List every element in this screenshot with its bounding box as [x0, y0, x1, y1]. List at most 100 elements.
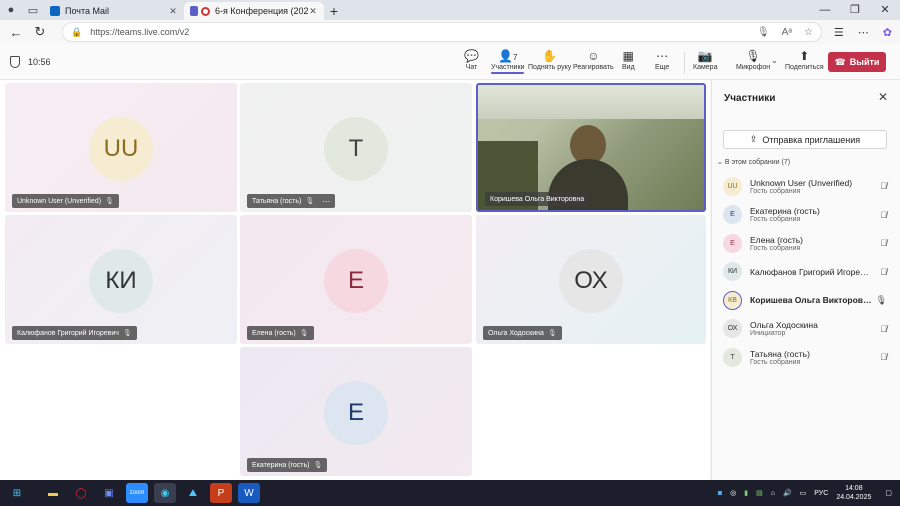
tray-app-icon[interactable]: ◎	[730, 489, 736, 497]
participants-section-toggle[interactable]: ⌄ В этом собрании (7)	[717, 158, 790, 166]
battery-icon[interactable]: ▭	[800, 489, 807, 497]
mic-options-chevron-icon[interactable]: ⌄	[771, 56, 778, 65]
participant-tile[interactable]: UU Unknown User (Unverified) 🎙	[5, 83, 237, 212]
video-grid: UU Unknown User (Unverified) 🎙 T Татьяна …	[0, 80, 710, 480]
mic-button[interactable]: 🎙 Микрофон	[736, 48, 770, 78]
browser-tab-strip: ● ▭ Почта Mail ✕ 6-я Конференция (2025) …	[0, 0, 900, 20]
view-button[interactable]: ▦ Вид	[622, 48, 635, 78]
share-icon: ⇪	[749, 134, 758, 144]
chat-button[interactable]: 💬 Чат	[464, 48, 479, 78]
mic-muted-icon[interactable]: 🎙̸	[880, 324, 887, 334]
opera-icon[interactable]: ◯	[70, 483, 92, 503]
tab-teams[interactable]: 6-я Конференция (2025) Со... ✕	[184, 2, 324, 20]
participant-nametag: Татьяна (гость) 🎙 ⋯	[247, 194, 336, 208]
read-aloud-icon[interactable]: Aᵃ	[782, 27, 792, 38]
close-icon[interactable]: ✕	[878, 90, 888, 104]
mic-permission-icon[interactable]: 🎙	[757, 27, 770, 38]
mic-muted-icon: 🎙	[105, 198, 114, 205]
list-item[interactable]: T Татьяна (гость) Гость собрания 🎙̸	[712, 343, 900, 372]
raise-hand-button[interactable]: ✋ Поднять руку	[528, 48, 571, 78]
participants-list: UU Unknown User (Unverified) Гость собран…	[712, 172, 900, 372]
list-item[interactable]: E Елена (гость) Гость собрания 🎙̸	[712, 229, 900, 258]
mic-on-icon[interactable]: 🎙	[876, 295, 887, 306]
tray-app-icon[interactable]: ◙	[718, 490, 722, 497]
network-icon[interactable]: ⌂	[771, 490, 775, 497]
more-options-icon[interactable]: ⋯	[322, 197, 330, 206]
mic-muted-icon: 🎙	[547, 330, 557, 337]
maximize-icon[interactable]: ❐	[840, 0, 870, 20]
people-button[interactable]: 👤7 Участники	[491, 48, 524, 78]
shield-icon	[10, 56, 20, 68]
chat-icon: 💬	[464, 49, 479, 63]
mic-muted-icon: 🎙	[122, 330, 132, 337]
profile-icon[interactable]: ●	[0, 0, 22, 20]
participant-tile[interactable]: T Татьяна (гость) 🎙 ⋯	[240, 83, 472, 212]
zoom-icon[interactable]: zoom	[126, 483, 148, 503]
avatar: КИ	[89, 249, 153, 313]
timer-text: 10:56	[28, 57, 51, 67]
close-window-icon[interactable]: ✕	[870, 0, 900, 20]
list-item[interactable]: UU Unknown User (Unverified) Гость собран…	[712, 172, 900, 201]
favorite-star-icon[interactable]: ☆	[804, 27, 813, 38]
participant-tile[interactable]: E Екатерина (гость) 🎙	[240, 347, 472, 476]
react-button[interactable]: ☺ Реагировать	[573, 48, 614, 78]
mic-muted-icon[interactable]: 🎙̸	[880, 181, 887, 191]
smile-icon: ☺	[587, 49, 600, 63]
mic-muted-icon[interactable]: 🎙̸	[880, 267, 887, 277]
refresh-icon[interactable]: ↻	[28, 24, 52, 40]
more-button[interactable]: ⋯ Еще	[655, 48, 669, 78]
tab-mail[interactable]: Почта Mail ✕	[44, 2, 184, 20]
list-item[interactable]: КИ Калюфанов Григорий Игоревич 🎙̸	[712, 258, 900, 287]
minimize-icon[interactable]: —	[810, 0, 840, 20]
mic-muted-icon[interactable]: 🎙̸	[880, 352, 887, 362]
tab-actions-icon[interactable]: ▭	[22, 0, 44, 20]
avatar: E	[324, 381, 388, 445]
list-item[interactable]: E Екатерина (гость) Гость собрания 🎙̸	[712, 201, 900, 230]
url-input[interactable]: 🔒 https://teams.live.com/v2 🎙 Aᵃ ☆	[62, 22, 822, 42]
clock[interactable]: 14:08 24.04.2025	[836, 484, 871, 502]
participant-tile[interactable]: E Елена (гость) 🎙	[240, 215, 472, 344]
lock-icon[interactable]: 🔒	[71, 27, 82, 38]
video-tile-active-speaker[interactable]: Коришева Ольга Викторовна	[476, 83, 706, 212]
participant-nametag: Елена (гость) 🎙	[247, 326, 314, 340]
favorites-icon[interactable]: ☰	[834, 26, 844, 39]
more-icon: ⋯	[656, 49, 669, 63]
tray-app-icon[interactable]: ▮	[744, 489, 748, 497]
list-item[interactable]: ОХ Ольга Ходоскина Инициатор 🎙̸	[712, 315, 900, 344]
start-icon[interactable]: ⊞	[6, 483, 28, 503]
new-tab-button[interactable]: +	[324, 2, 344, 20]
teams-icon	[190, 6, 198, 16]
share-button[interactable]: ⬆ Поделиться	[785, 48, 824, 78]
language-indicator[interactable]: РУС	[814, 490, 828, 497]
send-invite-button[interactable]: ⇪ Отправка приглашения	[723, 130, 887, 149]
leave-button[interactable]: ☎ Выйти	[828, 52, 886, 72]
browser-menu-icon[interactable]: ⋯	[858, 26, 869, 39]
back-icon[interactable]: ←	[4, 25, 28, 40]
mic-muted-icon[interactable]: 🎙̸	[880, 210, 887, 220]
phone-hangup-icon: ☎	[834, 56, 846, 67]
camera-button[interactable]: 📷 Камера	[693, 48, 717, 78]
copilot-icon[interactable]: ✿	[883, 26, 892, 39]
mic-muted-icon[interactable]: 🎙̸	[880, 238, 887, 248]
record-icon	[201, 6, 210, 16]
url-text: https://teams.live.com/v2	[90, 27, 190, 37]
explorer-icon[interactable]: ▬	[42, 483, 64, 503]
list-item[interactable]: КВ Коришева Ольга Викторовна 🎙	[712, 286, 900, 315]
close-icon[interactable]: ✕	[168, 6, 178, 17]
close-icon[interactable]: ✕	[308, 6, 318, 17]
participant-tile[interactable]: ОХ Ольга Ходоскина 🎙	[476, 215, 706, 344]
chevron-down-icon: ⌄	[717, 159, 723, 166]
participant-nametag: Unknown User (Unverified) 🎙	[12, 194, 119, 208]
tray-app-icon[interactable]: ▤	[756, 489, 763, 497]
notifications-icon[interactable]: ▢	[885, 489, 892, 497]
avatar: ОХ	[723, 319, 742, 339]
mic-off-icon: 🎙	[745, 49, 761, 63]
store-icon[interactable]: ▣	[98, 483, 120, 503]
powerpoint-icon[interactable]: P	[210, 483, 232, 503]
participant-tile[interactable]: КИ Калюфанов Григорий Игоревич 🎙	[5, 215, 237, 344]
mic-muted-icon: 🎙	[305, 198, 315, 205]
photos-icon[interactable]: ⛰	[182, 483, 204, 503]
volume-icon[interactable]: 🔊	[783, 489, 792, 497]
word-icon[interactable]: W	[238, 483, 260, 503]
edge-icon[interactable]: ◉	[154, 483, 176, 503]
